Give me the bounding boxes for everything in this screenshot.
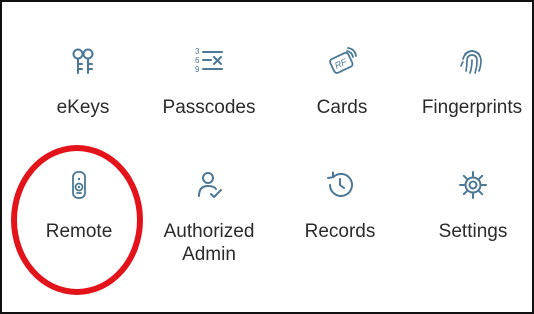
history-icon <box>327 171 353 197</box>
menu-item-label: eKeys <box>56 97 110 118</box>
fingerprint-icon <box>460 50 482 74</box>
passcode-digit: 6 <box>195 56 200 65</box>
menu-item-ekeys[interactable]: eKeys <box>16 46 150 119</box>
menu-item-settings[interactable]: Settings <box>406 170 534 243</box>
menu-item-label: Fingerprints <box>421 97 523 118</box>
menu-item-label: Remote <box>45 221 113 242</box>
menu-item-remote[interactable]: Remote <box>12 170 146 243</box>
menu-item-label: Authorized Admin <box>163 221 255 265</box>
menu-item-label: Cards <box>316 97 368 118</box>
menu-item-records[interactable]: Records <box>273 170 407 243</box>
menu-item-label: Passcodes <box>162 97 256 118</box>
menu-item-authorized-admin[interactable]: Authorized Admin <box>142 170 276 266</box>
menu-item-cards[interactable]: RF Cards <box>275 46 409 119</box>
passcodes-icon: 3 6 9 <box>195 47 223 74</box>
gear-icon <box>459 171 487 199</box>
remote-icon <box>72 171 86 199</box>
menu-item-passcodes[interactable]: 3 6 9 Passcodes <box>142 46 276 119</box>
menu-item-label: Records <box>304 221 376 242</box>
passcode-digit: 9 <box>195 65 200 74</box>
menu-item-label: Settings <box>438 221 508 242</box>
ekeys-icon <box>72 48 94 74</box>
authorized-admin-icon <box>198 172 222 198</box>
menu-item-fingerprints[interactable]: Fingerprints <box>405 46 534 119</box>
passcode-digit: 3 <box>195 47 200 56</box>
rf-card-icon: RF <box>329 47 357 74</box>
lock-menu-panel: eKeys 3 6 9 Passcodes RF Cards Fingerpri… <box>0 0 534 314</box>
